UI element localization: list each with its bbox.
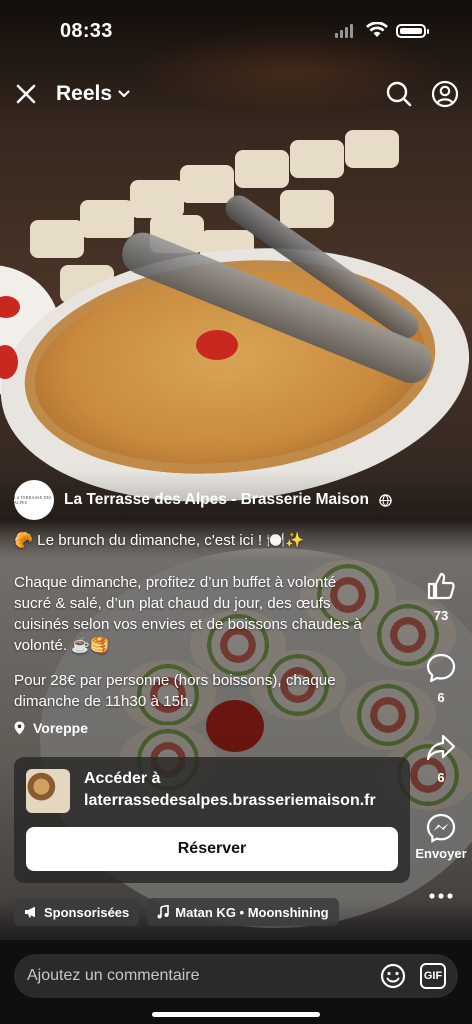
music-note-icon bbox=[157, 905, 170, 919]
like-button[interactable]: 73 bbox=[410, 570, 472, 623]
comment-button[interactable]: 6 bbox=[410, 652, 472, 705]
more-icon bbox=[429, 893, 453, 899]
comment-placeholder: Ajoutez un commentaire bbox=[27, 967, 200, 984]
emoji-icon[interactable] bbox=[380, 963, 406, 989]
chevron-down-icon bbox=[118, 90, 130, 98]
account-name[interactable]: La Terrasse des Alpes - Brasserie Maison bbox=[64, 491, 369, 509]
status-bar: 08:33 bbox=[0, 0, 472, 60]
send-button[interactable]: Envoyer bbox=[410, 812, 472, 861]
globe-icon bbox=[379, 493, 392, 507]
caption-line: volonté. ☕🥞 bbox=[14, 637, 110, 654]
caption-price-line: dimanche de 11h30 à 15h. bbox=[14, 693, 193, 710]
link-url[interactable]: laterrassedesalpes.brasseriemaison.fr bbox=[84, 792, 376, 810]
sponsored-chip[interactable]: Sponsorisées bbox=[14, 898, 140, 926]
messenger-icon bbox=[426, 813, 456, 843]
close-icon[interactable] bbox=[14, 82, 38, 106]
send-label: Envoyer bbox=[415, 846, 467, 861]
gif-icon[interactable]: GIF bbox=[420, 963, 446, 989]
search-icon[interactable] bbox=[385, 80, 413, 108]
caption-price-line: Pour 28€ par personne (hors boissons), c… bbox=[14, 672, 336, 689]
caption-title: 🥐 Le brunch du dimanche, c'est ici ! 🍽️✨ bbox=[14, 532, 305, 549]
sponsored-label: Sponsorisées bbox=[44, 904, 130, 920]
comment-count: 6 bbox=[437, 690, 445, 705]
avatar-logo-text: LA TERRASSE DES ALPES bbox=[14, 495, 52, 505]
link-card[interactable]: Accéder à laterrassedesalpes.brasseriema… bbox=[14, 757, 410, 883]
reserve-button[interactable]: Réserver bbox=[26, 827, 398, 871]
link-thumbnail bbox=[26, 769, 70, 813]
profile-icon[interactable] bbox=[431, 80, 459, 108]
comment-bar: Ajoutez un commentaire GIF bbox=[0, 940, 472, 1024]
share-icon bbox=[426, 734, 456, 761]
link-label: Accéder à bbox=[84, 770, 161, 787]
account-row[interactable]: LA TERRASSE DES ALPES La Terrasse des Al… bbox=[14, 480, 454, 520]
wifi-icon bbox=[366, 22, 388, 37]
cellular-signal-icon bbox=[335, 24, 353, 38]
location-pin-icon bbox=[14, 721, 25, 735]
music-label: Matan KG • Moonshining bbox=[175, 904, 329, 920]
comment-icon bbox=[426, 653, 456, 683]
reels-header: Reels bbox=[0, 72, 472, 116]
music-chip[interactable]: Matan KG • Moonshining bbox=[147, 898, 339, 926]
share-count: 6 bbox=[437, 770, 445, 785]
battery-icon bbox=[396, 24, 429, 38]
avatar[interactable]: LA TERRASSE DES ALPES bbox=[14, 480, 54, 520]
location-tag[interactable]: Voreppe bbox=[14, 720, 88, 736]
caption-line: Chaque dimanche, profitez d’un buffet à … bbox=[14, 574, 337, 591]
megaphone-icon bbox=[25, 906, 35, 918]
page-title: Reels bbox=[56, 82, 113, 105]
like-count: 73 bbox=[433, 608, 449, 623]
caption-line: sucré & salé, d’un plat chaud du jour, d… bbox=[14, 595, 331, 612]
status-time: 08:33 bbox=[60, 20, 113, 42]
reels-title-dropdown[interactable]: Reels bbox=[56, 82, 130, 106]
more-options-button[interactable] bbox=[410, 892, 472, 900]
like-icon bbox=[427, 572, 455, 600]
share-button[interactable]: 6 bbox=[410, 732, 472, 785]
caption-line: cuisinés selon vos envies et de boissons… bbox=[14, 616, 362, 633]
location-name: Voreppe bbox=[33, 720, 88, 736]
home-indicator bbox=[152, 1012, 320, 1017]
comment-input[interactable]: Ajoutez un commentaire GIF bbox=[14, 954, 458, 998]
info-chips: Sponsorisées Matan KG • Moonshining bbox=[14, 898, 339, 926]
